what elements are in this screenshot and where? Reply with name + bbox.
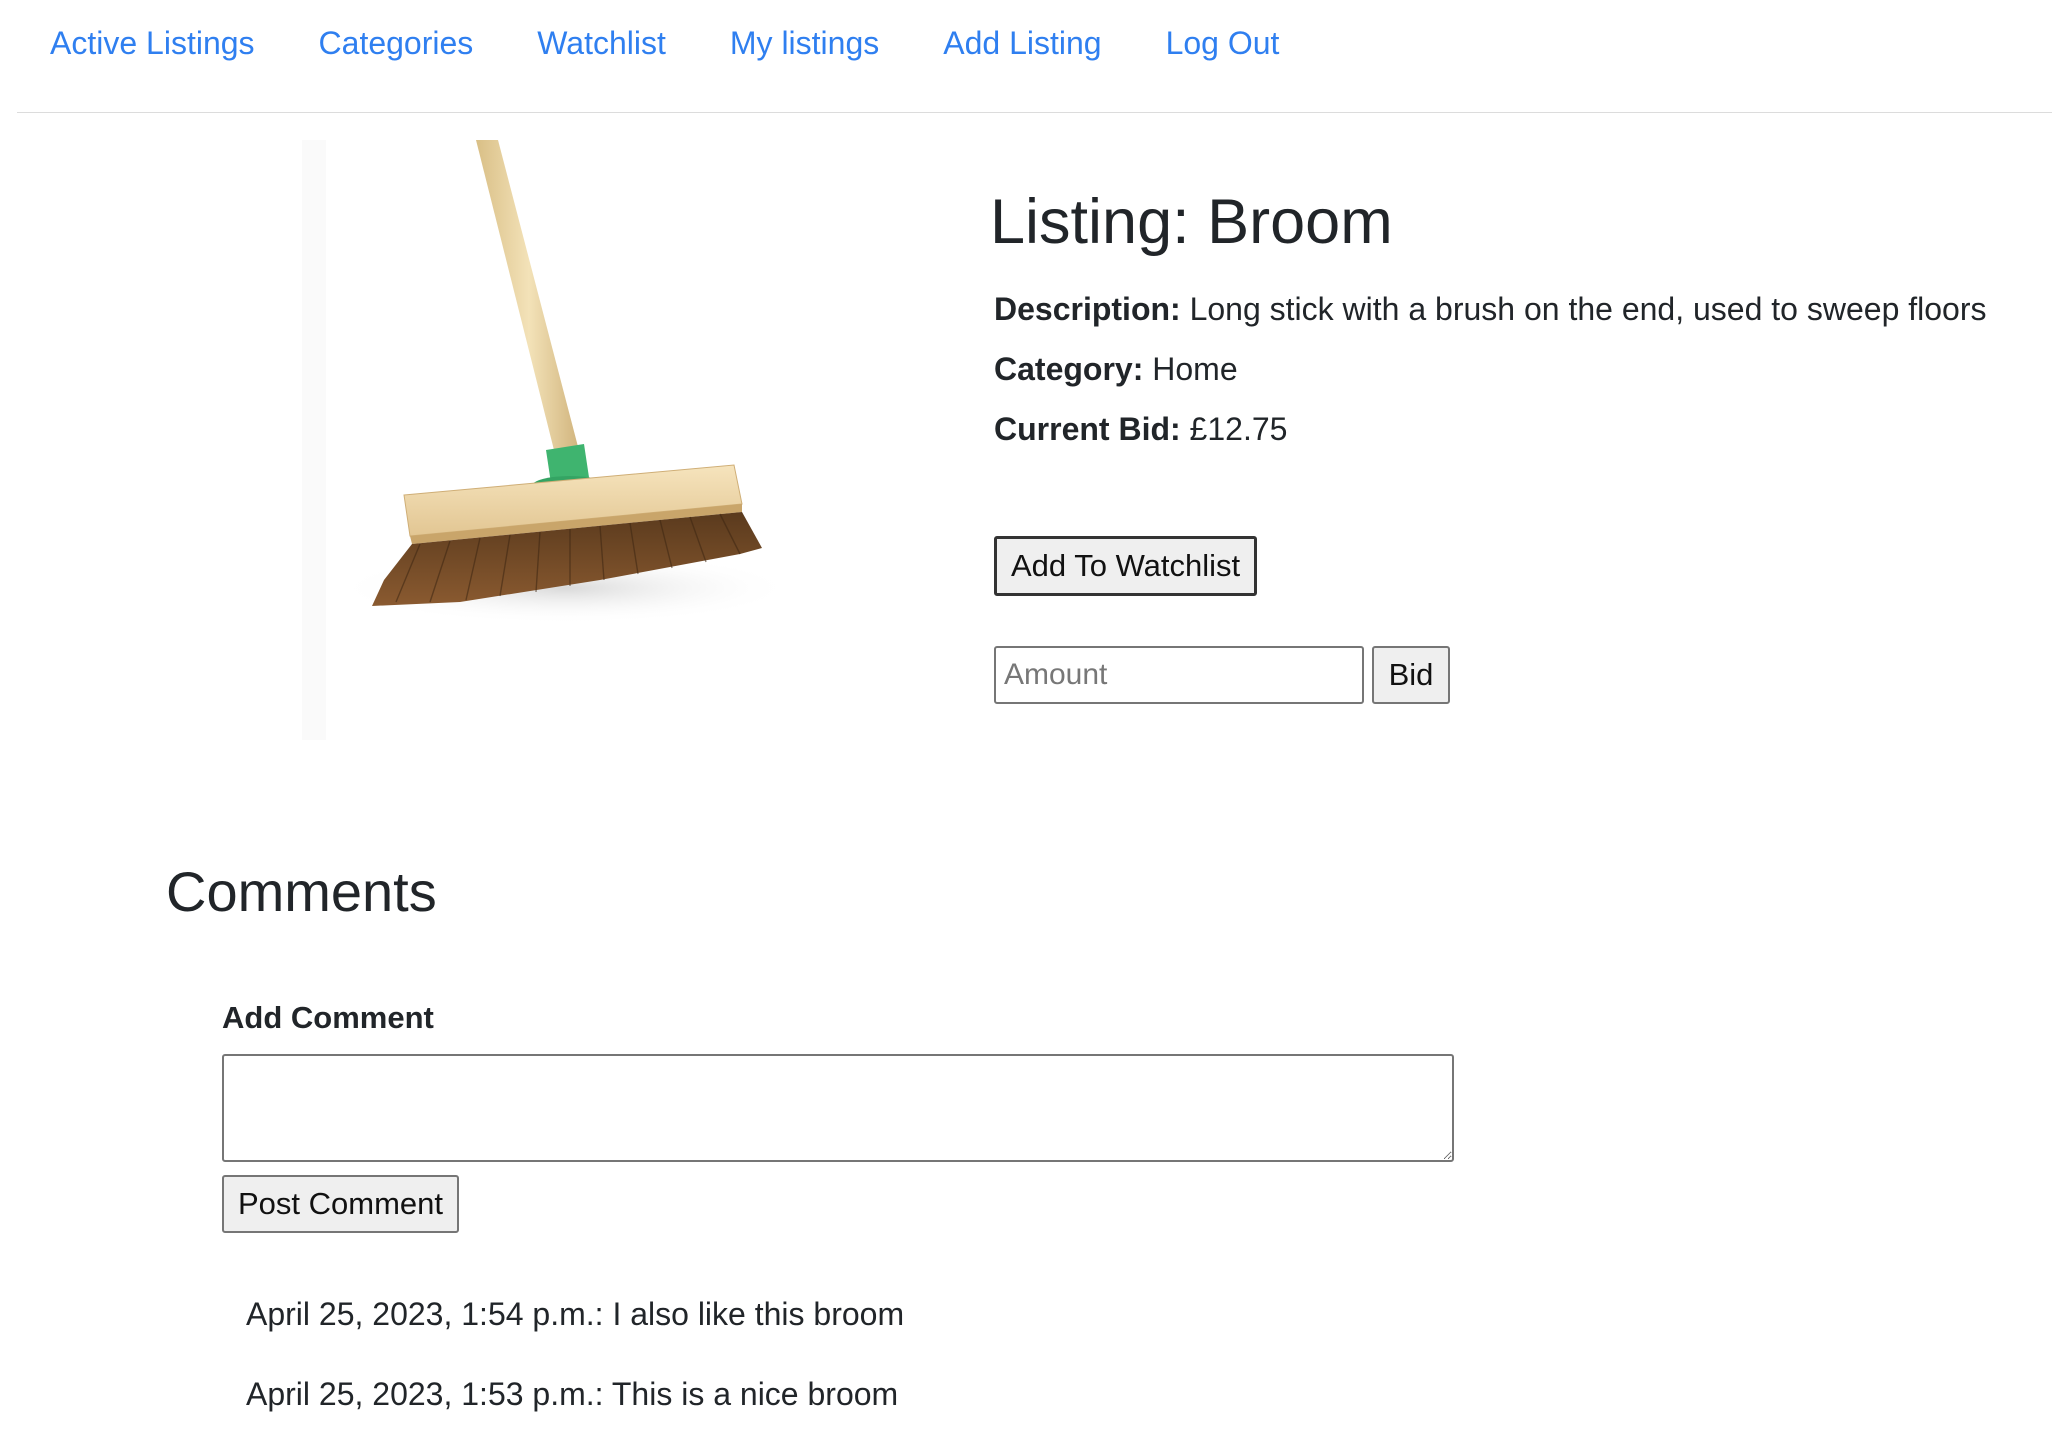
current-bid-value: £12.75 — [1189, 410, 1288, 447]
bid-amount-input[interactable] — [994, 646, 1364, 704]
listing-details: Listing: Broom Description: Long stick w… — [990, 185, 2040, 471]
listing-title: Listing: Broom — [990, 187, 1393, 257]
comment-item: April 25, 2023, 1:54 p.m.: I also like t… — [246, 1296, 905, 1332]
comment-list: April 25, 2023, 1:54 p.m.: I also like t… — [246, 1294, 904, 1454]
current-bid-label: Current Bid: — [994, 410, 1181, 447]
broom-image — [302, 140, 795, 740]
nav-divider — [17, 112, 2052, 113]
description-label: Description: — [994, 290, 1181, 327]
top-nav: Active Listings Categories Watchlist My … — [50, 18, 1279, 68]
category-row: Category: Home — [990, 351, 2040, 387]
nav-log-out[interactable]: Log Out — [1166, 25, 1280, 62]
comment-item: April 25, 2023, 1:53 p.m.: This is a nic… — [246, 1376, 899, 1412]
category-value: Home — [1152, 350, 1238, 387]
nav-categories[interactable]: Categories — [319, 25, 474, 62]
nav-add-listing[interactable]: Add Listing — [943, 25, 1101, 62]
bid-button[interactable]: Bid — [1372, 646, 1450, 704]
category-label: Category: — [994, 350, 1144, 387]
current-bid-row: Current Bid: £12.75 — [990, 411, 2040, 447]
comment-textarea[interactable] — [222, 1054, 1454, 1162]
comments-heading: Comments — [166, 860, 437, 923]
description-row: Description: Long stick with a brush on … — [990, 291, 2040, 327]
add-to-watchlist-button[interactable]: Add To Watchlist — [994, 536, 1258, 596]
nav-my-listings[interactable]: My listings — [730, 25, 879, 62]
nav-watchlist[interactable]: Watchlist — [537, 25, 666, 62]
post-comment-button[interactable]: Post Comment — [222, 1175, 460, 1233]
nav-active-listings[interactable]: Active Listings — [50, 25, 255, 62]
add-comment-label: Add Comment — [222, 1000, 434, 1035]
listing-image — [300, 140, 820, 740]
description-value: Long stick with a brush on the end, used… — [1189, 290, 1987, 327]
